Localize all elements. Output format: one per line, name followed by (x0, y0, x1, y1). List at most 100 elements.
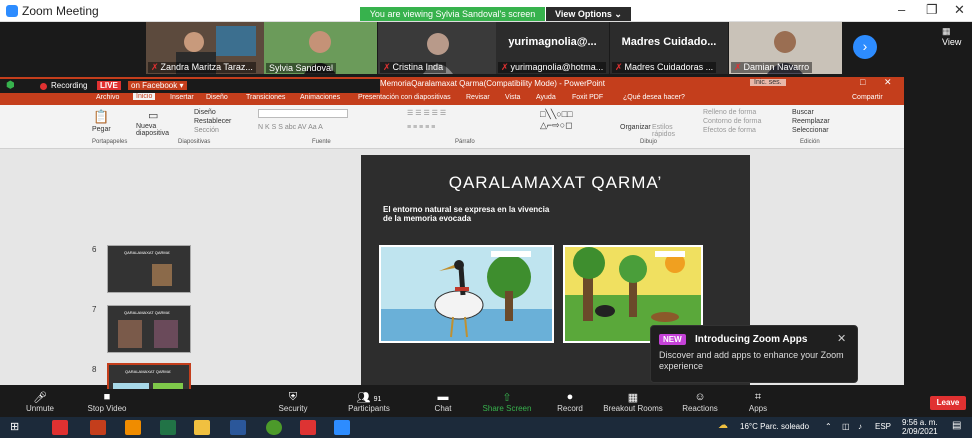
section-button[interactable]: Sección (194, 127, 219, 134)
participants-button[interactable]: 👥︎ 91 Participants (334, 391, 404, 413)
word-icon[interactable] (230, 420, 246, 435)
paste-icon[interactable]: 📋 (93, 109, 109, 125)
participant-name: Sylvia Sandoval (266, 63, 337, 73)
group-label: Portapapeles (92, 139, 128, 145)
stop-video-button[interactable]: ■ Stop Video (72, 391, 142, 413)
tab-inicio[interactable]: Inicio (133, 93, 156, 100)
share-button[interactable]: Compartir (852, 94, 883, 101)
notifications-icon[interactable]: ▤ (952, 420, 961, 431)
paragraph-buttons[interactable]: ☰ ☰ ☰ ☰ ☰ (407, 109, 446, 117)
meeting-toolbar: 🎤︎ Unmute ■ Stop Video ⛨ Security 👥︎ 91 Part… (0, 389, 972, 417)
ppt-maximize-icon[interactable]: □ (860, 77, 865, 87)
participant-tile[interactable]: ✗ Zandra Maritza Taraz... (146, 22, 264, 74)
font-name-select[interactable] (258, 109, 348, 118)
grid-icon: ▦ (627, 392, 639, 404)
participant-tile-active[interactable]: Sylvia Sandoval (264, 22, 377, 74)
select-button[interactable]: Seleccionar (792, 127, 829, 134)
windows-start-icon[interactable]: ⊞ (10, 420, 26, 435)
slide-thumbnail[interactable]: QARALAMAXAT QARMA' (107, 245, 191, 293)
layout-button[interactable]: Diseño (194, 109, 216, 116)
security-button[interactable]: ⛨ Security (258, 391, 328, 413)
zoom-taskbar-icon[interactable] (334, 420, 350, 435)
ppt-close-icon[interactable]: ✕ (884, 77, 892, 88)
live-platform-menu[interactable]: on Facebook ▾ (128, 81, 187, 90)
tab-diseno[interactable]: Diseño (206, 94, 228, 101)
clock-date[interactable]: 2/09/2021 (902, 427, 938, 436)
participant-name: ✗ Damian Navarro (731, 62, 813, 73)
thumb-title: QARALAMAXAT QARMA' (124, 250, 171, 255)
tab-ayuda[interactable]: Ayuda (536, 94, 556, 101)
find-button[interactable]: Buscar (792, 109, 814, 116)
minimize-icon[interactable]: – (898, 2, 905, 17)
excel-icon[interactable] (160, 420, 176, 435)
group-label: Diapositivas (178, 139, 211, 145)
tab-animaciones[interactable]: Animaciones (300, 94, 340, 101)
close-icon[interactable]: ✕ (954, 2, 965, 18)
participant-tile[interactable]: yurimagnolia@... ✗ yurimagnolia@hotma... (496, 22, 609, 74)
file-explorer-icon[interactable] (194, 420, 210, 435)
view-button[interactable]: ▦ View (942, 26, 972, 47)
language-indicator[interactable]: ESP (875, 422, 891, 431)
volume-icon[interactable]: ♪ (858, 422, 862, 431)
quick-styles-button[interactable]: Estilos rápidos (652, 124, 686, 138)
participant-tile[interactable]: ✗ Cristina Inda (378, 22, 496, 74)
acrobat-icon[interactable] (300, 420, 316, 435)
paste-button[interactable]: Pegar (92, 126, 111, 133)
tray-arrow-icon[interactable]: ⌃ (825, 422, 832, 431)
slide-thumbnail[interactable]: QARALAMAXAT QARMA' (107, 305, 191, 353)
recording-dot-icon (40, 83, 47, 90)
thumb-title: QARALAMAXAT QARMA' (125, 369, 172, 374)
tab-transiciones[interactable]: Transiciones (246, 94, 285, 101)
tab-presentacion[interactable]: Presentación con diapositivas (358, 94, 451, 101)
firefox-icon[interactable] (125, 420, 141, 435)
font-format-buttons[interactable]: N K S S abc AV Aa A (258, 124, 323, 131)
participant-tile[interactable]: Madres Cuidado... ✗ Madres Cuidadoras ... (610, 22, 728, 74)
tab-insertar[interactable]: Insertar (170, 94, 194, 101)
new-slide-button[interactable]: Nueva diapositiva (136, 123, 176, 137)
arrange-button[interactable]: Organizar (620, 124, 651, 131)
window-title: Zoom Meeting (22, 4, 99, 18)
leave-button[interactable]: Leave (930, 396, 966, 410)
thumb-number: 8 (92, 365, 97, 374)
view-options-button[interactable]: View Options ⌄ (546, 7, 631, 21)
chat-icon: ▬ (437, 391, 449, 403)
maximize-icon[interactable]: ❐ (926, 2, 938, 18)
record-icon: ● (566, 391, 574, 403)
tell-me-search[interactable]: ¿Qué desea hacer? (623, 94, 685, 101)
tab-vista[interactable]: Vista (505, 94, 520, 101)
participant-tile[interactable]: ✗ Damian Navarro (729, 22, 842, 74)
unmute-button[interactable]: 🎤︎ Unmute (5, 391, 75, 413)
tab-archivo[interactable]: Archivo (96, 94, 119, 101)
gallery-next-icon[interactable]: › (853, 35, 877, 59)
opera-icon[interactable] (52, 420, 68, 435)
replace-button[interactable]: Reemplazar (792, 118, 830, 125)
new-slide-icon[interactable]: ▭ (148, 109, 158, 122)
participants-icon: 👥︎ 91 (356, 392, 382, 404)
tab-foxit[interactable]: Foxit PDF (572, 94, 603, 101)
shape-effects-button[interactable]: Efectos de forma (703, 127, 756, 134)
breakout-rooms-button[interactable]: ▦ Breakout Rooms (598, 391, 668, 413)
chrome-icon[interactable] (266, 420, 282, 435)
apps-icon: ⌗ (754, 391, 762, 403)
network-icon[interactable]: ◫ (842, 422, 850, 431)
record-button[interactable]: ● Record (535, 391, 605, 413)
windows-taskbar: ⊞ ☁ 16°C Parc. soleado ⌃ ◫ ♪ ESP 9:56 a.… (0, 417, 972, 438)
weather-text[interactable]: 16°C Parc. soleado (740, 422, 809, 431)
weather-icon: ☁ (718, 420, 728, 431)
chat-button[interactable]: ▬ Chat (408, 391, 478, 413)
reset-button[interactable]: Restablecer (194, 118, 231, 125)
shape-fill-button[interactable]: Relleno de forma (703, 109, 756, 116)
live-badge: LIVE (97, 81, 121, 90)
close-icon[interactable]: ✕ (837, 332, 846, 345)
tab-revisar[interactable]: Revisar (466, 94, 490, 101)
ppt-window-title: MemoriaQaralamaxat Qarma(Compatibility M… (380, 79, 605, 88)
align-buttons[interactable]: ≡ ≡ ≡ ≡ ≡ (407, 124, 435, 131)
sign-in-button[interactable]: Inic. ses. (750, 79, 786, 86)
clock-time[interactable]: 9:56 a. m. (902, 418, 938, 427)
shape-outline-button[interactable]: Contorno de forma (703, 118, 761, 125)
group-label: Edición (800, 139, 820, 145)
apps-button[interactable]: ⌗ Apps (723, 391, 793, 413)
powerpoint-icon[interactable] (90, 420, 106, 435)
share-screen-button[interactable]: ⇧ Share Screen (472, 391, 542, 413)
shapes-gallery[interactable]: □╲╲○□□ △⌐⇨○◻ (540, 109, 573, 131)
